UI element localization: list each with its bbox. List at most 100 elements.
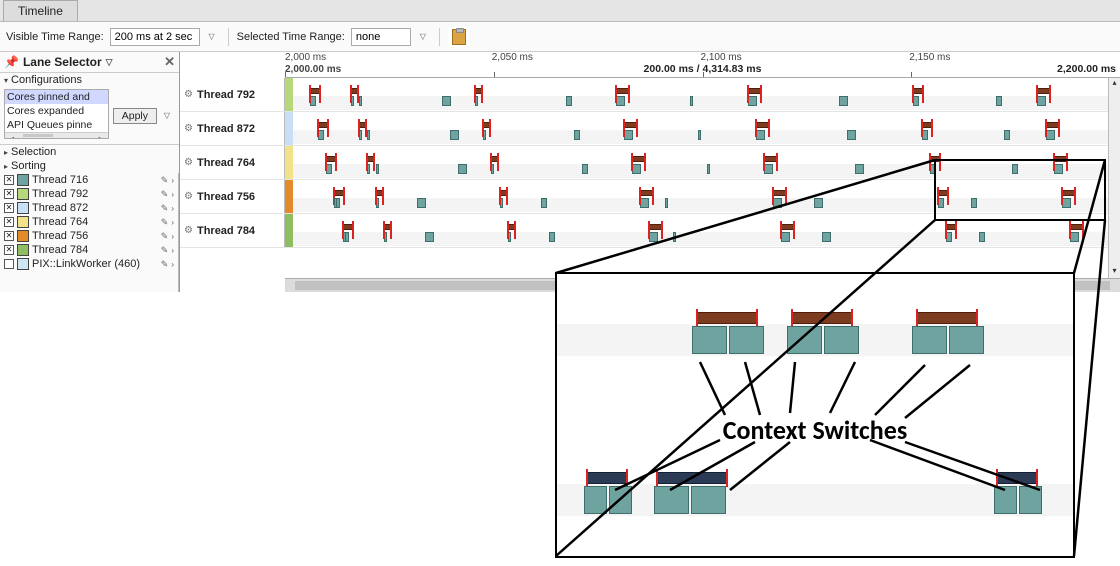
track-body[interactable] (293, 214, 1120, 247)
timeline-event[interactable] (582, 164, 588, 174)
apply-button[interactable]: Apply (113, 108, 157, 124)
timeline-context-switch[interactable] (508, 224, 515, 230)
timeline-context-switch[interactable] (649, 224, 662, 230)
thread-item[interactable]: ✕Thread 756✎› (0, 229, 178, 243)
caret-icon[interactable]: › (171, 204, 174, 213)
checkbox[interactable]: ✕ (4, 189, 14, 199)
timeline-event[interactable] (748, 96, 757, 106)
timeline-event[interactable] (773, 198, 782, 208)
timeline-context-switch[interactable] (1070, 224, 1083, 230)
timeline-event[interactable] (417, 198, 426, 208)
timeline-context-switch[interactable] (930, 156, 940, 162)
edit-icon[interactable]: ✎ (161, 259, 169, 270)
thread-item[interactable]: PIX::LinkWorker (460)✎› (0, 257, 178, 271)
caret-icon[interactable]: › (171, 218, 174, 227)
track-body[interactable] (293, 112, 1120, 145)
timeline-event[interactable] (458, 164, 467, 174)
timeline-event[interactable] (839, 96, 848, 106)
pin-icon[interactable]: 📌 (4, 55, 19, 69)
timeline-event[interactable] (442, 96, 451, 106)
track-label[interactable]: ⚙Thread 792 (180, 78, 285, 111)
timeline-context-switch[interactable] (483, 122, 490, 128)
timeline-event[interactable] (566, 96, 572, 106)
track-rows[interactable]: ⚙Thread 792⚙Thread 872⚙Thread 764⚙Thread… (180, 78, 1120, 278)
timeline-event[interactable] (640, 198, 649, 208)
timeline-event[interactable] (996, 96, 1002, 106)
timeline-context-switch[interactable] (318, 122, 328, 128)
timeline-event[interactable] (756, 130, 765, 140)
close-icon[interactable]: ✕ (164, 54, 175, 70)
edit-icon[interactable]: ✎ (161, 231, 169, 242)
timeline-event[interactable] (425, 232, 434, 242)
timeline-context-switch[interactable] (1062, 190, 1075, 196)
checkbox[interactable]: ✕ (4, 231, 14, 241)
timeline-context-switch[interactable] (376, 190, 383, 196)
checkbox[interactable]: ✕ (4, 175, 14, 185)
timeline-event[interactable] (690, 96, 693, 106)
timeline-context-switch[interactable] (624, 122, 637, 128)
timeline-event[interactable] (1070, 232, 1079, 242)
timeline-event[interactable] (665, 198, 668, 208)
timeline-event[interactable] (764, 164, 773, 174)
checkbox[interactable] (4, 259, 14, 269)
clipboard-button[interactable] (448, 27, 470, 47)
gear-icon[interactable]: ⚙ (184, 191, 193, 202)
thread-item[interactable]: ✕Thread 784✎› (0, 243, 178, 257)
timeline-context-switch[interactable] (913, 88, 923, 94)
config-option[interactable]: Cores expanded (5, 104, 108, 118)
timeline-event[interactable] (1046, 130, 1055, 140)
timeline-event[interactable] (359, 96, 362, 106)
checkbox[interactable]: ✕ (4, 245, 14, 255)
config-option[interactable]: Cores pinned and (5, 90, 108, 104)
timeline-event[interactable] (541, 198, 547, 208)
timeline-event[interactable] (1054, 164, 1063, 174)
timeline-event[interactable] (334, 198, 337, 208)
timeline-context-switch[interactable] (351, 88, 358, 94)
gear-icon[interactable]: ⚙ (184, 123, 193, 134)
timeline-context-switch[interactable] (367, 156, 374, 162)
timeline-event[interactable] (1012, 164, 1018, 174)
timeline-event[interactable] (649, 232, 658, 242)
timeline-event[interactable] (814, 198, 823, 208)
caret-icon[interactable]: › (171, 260, 174, 269)
section-selection[interactable]: ▸Selection (0, 145, 179, 159)
timeline-context-switch[interactable] (343, 224, 353, 230)
timeline-context-switch[interactable] (326, 156, 336, 162)
timeline-context-switch[interactable] (1046, 122, 1059, 128)
timeline-context-switch[interactable] (764, 156, 777, 162)
timeline-event[interactable] (549, 232, 555, 242)
timeline-event[interactable] (979, 232, 985, 242)
timeline-context-switch[interactable] (334, 190, 344, 196)
timeline-event[interactable] (624, 130, 633, 140)
timeline-vscroll[interactable]: ▴▾ (1108, 78, 1120, 278)
timeline-event[interactable] (707, 164, 710, 174)
selected-range-dropdown[interactable]: ▽ (415, 28, 431, 46)
edit-icon[interactable]: ✎ (161, 203, 169, 214)
timeline-context-switch[interactable] (632, 156, 645, 162)
timeline-context-switch[interactable] (1054, 156, 1067, 162)
thread-item[interactable]: ✕Thread 792✎› (0, 187, 178, 201)
section-configurations[interactable]: ▾Configurations (0, 73, 179, 87)
thread-item[interactable]: ✕Thread 716✎› (0, 173, 178, 187)
caret-icon[interactable]: › (171, 232, 174, 241)
timeline-event[interactable] (616, 96, 625, 106)
track-body[interactable] (293, 146, 1120, 179)
ruler[interactable]: 2,000 ms 2,000.00 ms 2,050 ms 2,100 ms 2… (285, 52, 1120, 78)
caret-icon[interactable]: › (171, 190, 174, 199)
panel-dropdown[interactable]: ▽ (106, 57, 113, 68)
apply-dropdown[interactable]: ▽ (159, 107, 175, 125)
gear-icon[interactable]: ⚙ (184, 225, 193, 236)
timeline-event[interactable] (450, 130, 459, 140)
timeline-context-switch[interactable] (922, 122, 932, 128)
timeline-event[interactable] (343, 232, 346, 242)
timeline-event[interactable] (822, 232, 831, 242)
track-label[interactable]: ⚙Thread 764 (180, 146, 285, 179)
track-label[interactable]: ⚙Thread 784 (180, 214, 285, 247)
timeline-event[interactable] (855, 164, 864, 174)
checkbox[interactable]: ✕ (4, 217, 14, 227)
checkbox[interactable]: ✕ (4, 203, 14, 213)
timeline-event[interactable] (1037, 96, 1046, 106)
gear-icon[interactable]: ⚙ (184, 157, 193, 168)
timeline-context-switch[interactable] (310, 88, 320, 94)
tab-timeline[interactable]: Timeline (3, 0, 78, 21)
